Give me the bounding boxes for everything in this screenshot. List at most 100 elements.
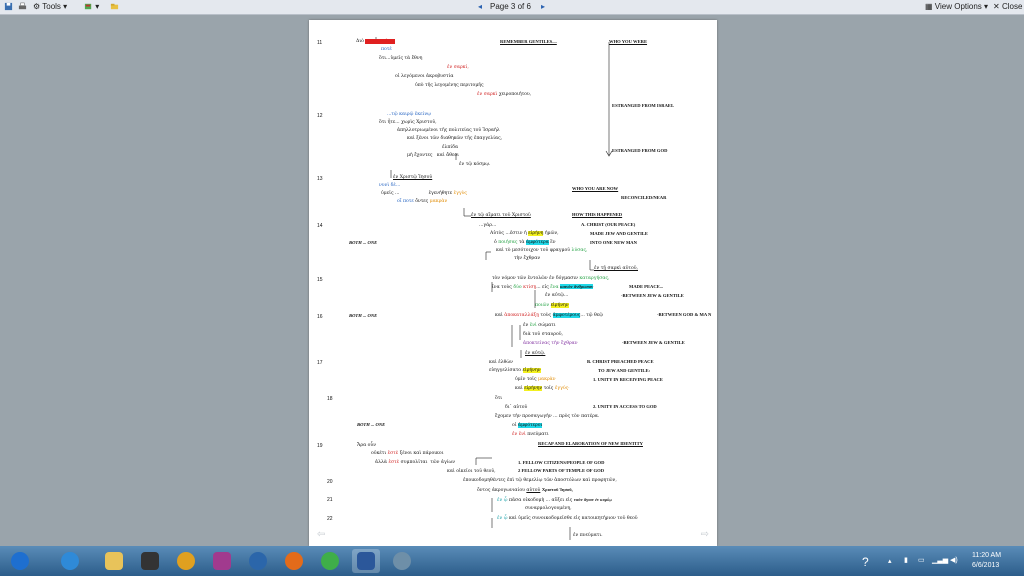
verse-number: 13 — [317, 176, 323, 182]
text-line: ἐν αὐτῷ... — [545, 293, 569, 298]
text-line: ἀποκτείνας τὴν ἔχθραν — [523, 341, 578, 346]
heading-remember: REMEMBER GENTILES.... — [500, 39, 557, 44]
text-line: ...γάρ... — [479, 223, 497, 228]
explorer-icon[interactable] — [100, 549, 128, 573]
heading-estranged-israel: ESTRANGED FROM ISRAEL — [612, 103, 675, 108]
text-line: ...τῷ καιρῷ ἐκείνῳ — [387, 112, 431, 117]
hp-icon[interactable] — [244, 549, 272, 573]
media-center-icon[interactable] — [136, 549, 164, 573]
text-line: ἐν ᾧ πᾶσα οἰκοδομὴ ... αὔξει εἰς ναὸν ἅγ… — [497, 497, 612, 503]
viewer-toolbar: ⚙ Tools ▾ ▾ ◂ Page 3 of 6 ▸ ▦ View Optio… — [0, 0, 1024, 15]
text-line: διὰ τοῦ σταυροῦ, — [523, 332, 563, 337]
gear-icon: ⚙ — [33, 2, 41, 11]
text-line: καὶ ἀποκαταλλάξῃ τοὺς ἀμφοτέρους... τῷ θ… — [495, 313, 603, 318]
text-line: μὴ ἔχοντες καὶ ἄθεοι — [407, 153, 459, 158]
text-line: τὸν νόμον τῶν ἐντολῶν ἐν δόγμασιν καταργ… — [492, 276, 610, 281]
both-one-label: BOTH ... ONE — [357, 422, 386, 427]
page-indicator: Page 3 of 6 — [490, 2, 531, 11]
text-line: καὶ οἰκεῖοι τοῦ θεοῦ, — [447, 469, 496, 474]
heading-who-you-are-now: WHO YOU ARE NOW — [572, 186, 619, 191]
presentation-icon[interactable] — [208, 549, 236, 573]
text-line: οὐκέτι ἐστὲ ξένοι καὶ πάροικοι — [371, 451, 444, 456]
verse-number: 11 — [317, 40, 323, 46]
text-line: οἱ λεγόμενοι ἀκροβυστία — [395, 74, 454, 79]
network-icon[interactable]: ▮ — [904, 556, 908, 564]
heading-into-one: INTO ONE NEW MAN — [590, 240, 637, 245]
previous-page-arrow-icon[interactable]: ⇦ — [317, 529, 325, 540]
text-line: τὴν ἔχθραν — [514, 256, 541, 261]
heading-estranged-god: ESTRANGED FROM GOD — [612, 148, 668, 153]
close-button[interactable]: ✕ Close — [993, 2, 1022, 12]
signal-icon[interactable]: ▁▃▅ — [932, 556, 948, 564]
taskbar: ? ▴ ▮ ▭ ▁▃▅ ◀) 11:20 AM 6/6/2013 — [0, 546, 1024, 576]
heading-christ-preached: B. CHRIST PREACHED PEACE — [587, 359, 654, 364]
text-line: ἐν σαρκὶ χειροποιήτου, — [477, 92, 532, 97]
edit-icon[interactable]: ▾ — [84, 2, 99, 12]
text-line: καὶ τὸ μεσότοιχον τοῦ φραγμοῦ λύσας, — [496, 248, 588, 253]
show-hidden-icons-icon[interactable]: ▴ — [888, 557, 892, 565]
next-page-button[interactable]: ▸ — [541, 2, 545, 12]
help-icon[interactable]: ? — [862, 555, 869, 569]
save-icon[interactable] — [4, 2, 13, 12]
heading-recap: RECAP AND ELABORATION OF NEW IDENTITY — [538, 441, 643, 446]
start-button[interactable] — [6, 549, 34, 573]
print-icon[interactable] — [18, 2, 27, 12]
text-line: ἐν πνεύματι. — [573, 533, 603, 538]
chrome-icon[interactable] — [316, 549, 344, 573]
view-options-menu[interactable]: ▦ View Options ▾ — [925, 2, 988, 12]
text-line: ὑπὸ τῆς λεγομένης περιτομῆς — [415, 83, 484, 88]
tools-menu[interactable]: ⚙ Tools ▾ — [33, 2, 67, 12]
heading-unity-access: 2. UNITY IN ACCESS TO GOD — [593, 404, 657, 409]
prev-page-button[interactable]: ◂ — [478, 2, 482, 12]
heading-made-peace: MADE PEACE... — [629, 284, 664, 289]
text-line: Αὐτὸς ...ἐστιν ἡ εἰρήνη ἡμῶν, — [490, 231, 559, 236]
ie-icon[interactable] — [56, 549, 84, 573]
document-page: 11 12 13 14 15 16 17 18 19 20 21 22 REME… — [309, 20, 717, 546]
text-line: Διὸ μνημονεύετε — [356, 39, 395, 44]
text-line: εὐηγγελίσατο εἰρήνην — [489, 368, 541, 373]
close-label: Close — [1001, 2, 1023, 11]
text-line: ὅτι ἦτε... χωρὶς Χριστοῦ, — [379, 120, 437, 125]
text-line: ἐποικοδομηθέντες ἐπὶ τῷ θεμελίῳ τῶν ἀποσ… — [463, 478, 617, 483]
text-line: ὅτι — [495, 396, 503, 401]
text-line: Ἄρα οὖν — [357, 443, 376, 448]
firefox-icon[interactable] — [280, 549, 308, 573]
text-line: ὑμῖν τοῖς μακρὰν — [515, 377, 556, 382]
app-icon[interactable] — [388, 549, 416, 573]
folder-icon[interactable] — [110, 2, 119, 12]
volume-icon[interactable]: ◀) — [950, 556, 958, 564]
document-viewer[interactable]: 11 12 13 14 15 16 17 18 19 20 21 22 REME… — [0, 15, 1024, 546]
text-line: καὶ ἐλθὼν — [489, 360, 513, 365]
clock-time[interactable]: 11:20 AM — [972, 552, 1001, 559]
close-icon: ✕ — [993, 2, 1000, 11]
text-line: ἐν τῷ κόσμῳ. — [459, 162, 491, 167]
text-line: νυνὶ δὲ... — [379, 183, 401, 188]
media-player-icon[interactable] — [172, 549, 200, 573]
heading-fellow-citizens: 1. FELLOW CITIZENS/PEOPLE OF GOD — [518, 460, 605, 465]
heading-fellow-parts: 2 FELLOW PARTS OF TEMPLE OF GOD — [518, 468, 605, 473]
text-line: ὑμεῖς ... ἐγενήθητε ἐγγὺς — [381, 191, 467, 196]
heading-how-this-happened: HOW THIS HAPPENED — [572, 212, 623, 217]
text-line: ἀλλὰ ἐστὲ συμπολῖται τῶν ἁγίων — [375, 460, 456, 465]
clock-date[interactable]: 6/6/2013 — [972, 562, 999, 569]
word-icon[interactable] — [352, 549, 380, 573]
text-line: ἐλπίδα — [442, 145, 459, 150]
text-line: ἐν σαρκί, — [447, 65, 469, 70]
verse-number: 16 — [317, 314, 323, 320]
battery-icon[interactable]: ▭ — [918, 556, 925, 564]
heading-reconciled: RECONCILED/NEAR — [621, 195, 667, 200]
text-line: ἀπηλλοτριωμένοι τῆς πολιτείας τοῦ Ἰσραὴλ — [397, 128, 500, 133]
tools-label: Tools — [42, 2, 61, 11]
heading-to-jew: TO JEW AND GENTILE: — [598, 368, 651, 373]
verse-number: 19 — [317, 443, 323, 449]
text-line: ἐν Χριστῷ Ἰησοῦ — [393, 175, 433, 180]
text-line: καὶ ξένοι τῶν διαθηκῶν τῆς ἐπαγγελίας, — [407, 136, 503, 141]
view-options-label: View Options — [934, 2, 982, 11]
verse-number: 15 — [317, 277, 323, 283]
text-line: ἐν ἑνὶ σώματι — [523, 323, 556, 328]
text-line: ἐν ἑνὶ πνεύματι — [512, 432, 549, 437]
view-icon: ▦ — [925, 2, 933, 11]
text-line: ἐν αὐτῷ. — [525, 351, 546, 356]
both-one-label: BOTH ... ONE — [349, 240, 378, 245]
next-page-arrow-icon[interactable]: ⇨ — [701, 529, 709, 540]
